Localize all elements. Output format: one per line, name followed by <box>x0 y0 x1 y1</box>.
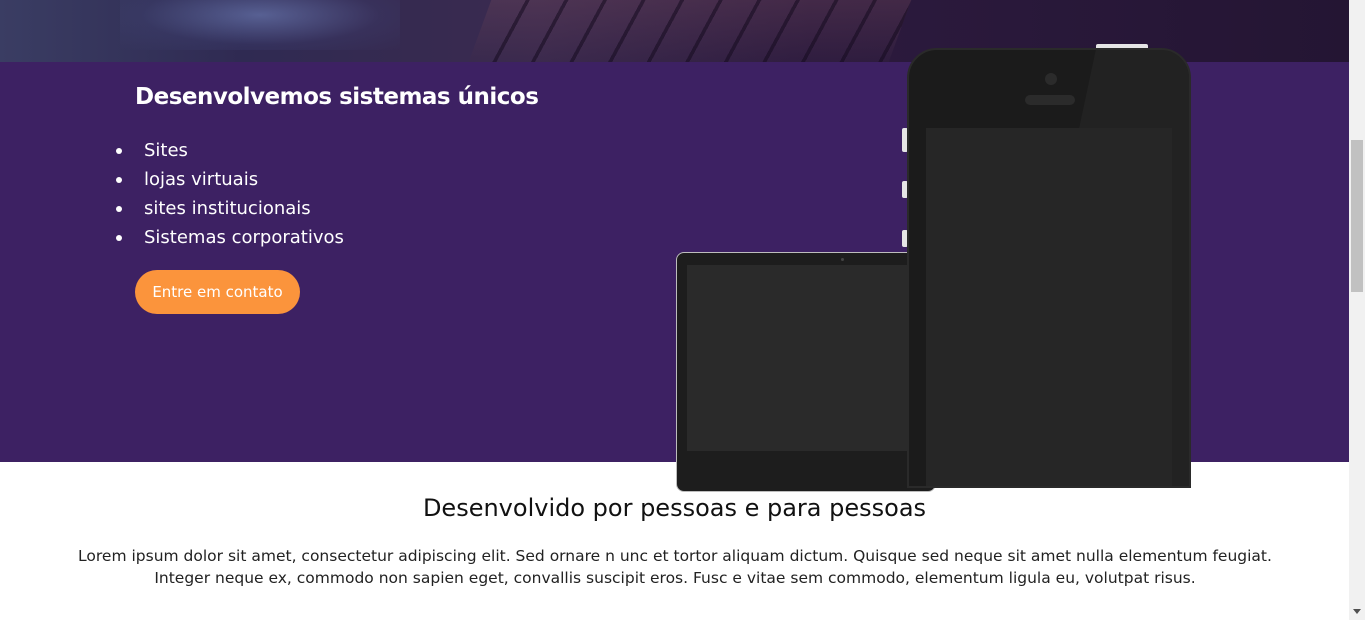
section-text: Lorem ipsum dolor sit amet, consectetur … <box>78 547 1272 587</box>
page: Desenvolvemos sistemas únicos Sites loja… <box>0 0 1349 620</box>
scrollbar-thumb[interactable] <box>1351 140 1363 292</box>
bullet-icon <box>116 148 122 154</box>
section-title: Desenvolvido por pessoas e para pessoas <box>422 494 927 522</box>
feature-item: Sistemas corporativos <box>116 227 344 256</box>
feature-item: sites institucionais <box>116 198 344 227</box>
tablet-camera <box>841 258 844 261</box>
scroll-down-arrow-icon[interactable] <box>1353 609 1361 614</box>
feature-item-label: sites institucionais <box>144 198 311 219</box>
feature-item: Sites <box>116 140 344 169</box>
phone-screen <box>926 128 1172 486</box>
feature-item-label: Sites <box>144 140 188 161</box>
tablet-screen <box>687 265 925 451</box>
phone-illustration <box>907 48 1191 488</box>
bullet-icon <box>116 206 122 212</box>
bullet-icon <box>116 235 122 241</box>
phone-camera <box>1045 73 1057 85</box>
feature-list: Sites lojas virtuais sites institucionai… <box>116 140 344 256</box>
tablet-illustration <box>676 252 936 492</box>
contact-button[interactable]: Entre em contato <box>135 270 300 314</box>
hero-title: Desenvolvemos sistemas únicos <box>135 84 539 110</box>
page-scrollbar[interactable] <box>1349 0 1365 620</box>
phone-speaker <box>1025 95 1075 105</box>
feature-item-label: Sistemas corporativos <box>144 227 344 248</box>
feature-item-label: lojas virtuais <box>144 169 259 190</box>
bullet-icon <box>116 177 122 183</box>
hero-image-keyboard <box>468 0 912 62</box>
hero-image-glow <box>120 0 400 50</box>
feature-item: lojas virtuais <box>116 169 344 198</box>
